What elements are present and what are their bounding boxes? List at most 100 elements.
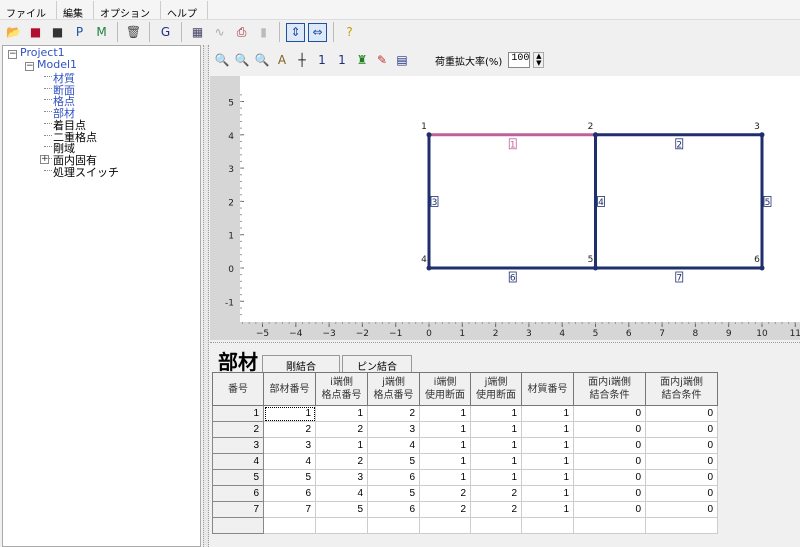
member-table[interactable]: 番号 部材番号 i端側 格点番号 j端側 格点番号 i端側 使用断面 j端側 使用断面 材質番号 面内… [212,372,718,534]
table-cell[interactable]: 1 [419,405,471,422]
table-cell[interactable]: 3 [263,437,316,454]
load-scale-spinner[interactable]: ▲ ▼ [533,52,545,68]
table-cell[interactable]: 2 [367,405,420,422]
row-header[interactable]: 1 [212,405,264,422]
table-cell[interactable]: 1 [521,469,574,486]
zoom-out-icon[interactable]: 🔍 [253,51,271,69]
table-cell[interactable]: 3 [367,421,420,438]
table-cell[interactable]: 1 [470,421,522,438]
table-cell[interactable]: 0 [645,405,718,422]
table-cell[interactable]: 1 [521,421,574,438]
column-header[interactable]: j端側 格点番号 [367,372,420,406]
label-icon[interactable]: A [273,51,291,69]
table-cell[interactable]: 2 [315,421,368,438]
project-tree[interactable]: − Project1 − Model1 材質 断面 格点 部材 着目点 二重格点 剛域 面内固… [2,45,201,547]
horizontal-fit-icon[interactable]: ⇔ [308,22,327,42]
trash-icon[interactable]: 🗑 [124,23,143,42]
table-cell[interactable]: 1 [521,405,574,422]
column-header[interactable]: i端側 格点番号 [315,372,368,406]
load-scale-input[interactable]: 100 [508,52,531,68]
table-cell[interactable]: 1 [419,469,471,486]
vertical-splitter[interactable] [203,45,209,547]
table-cell[interactable]: 6 [367,501,420,518]
table-cell[interactable]: 6 [367,469,420,486]
table-cell[interactable]: 2 [315,453,368,470]
table-cell[interactable]: 0 [645,453,718,470]
table-cell[interactable]: 1 [521,437,574,454]
table-cell[interactable]: 0 [645,437,718,454]
table-cell[interactable]: 0 [573,469,646,486]
expand-icon[interactable]: + [40,154,49,164]
row-header[interactable]: 3 [212,437,264,454]
table-cell[interactable]: 1 [419,437,471,454]
table-cell[interactable] [367,517,420,534]
table-cell[interactable]: 6 [263,485,316,502]
crosshair-icon[interactable]: ┼ [293,51,311,69]
print-p-icon[interactable]: P [70,23,89,42]
table-cell[interactable]: 0 [573,501,646,518]
table-cell[interactable]: 5 [367,453,420,470]
row-header[interactable]: 7 [212,501,264,518]
wave-icon[interactable]: ∿ [210,23,229,42]
vertical-fit-icon[interactable]: ⇕ [286,22,305,42]
row-header[interactable]: 6 [212,485,264,502]
table-cell[interactable]: 4 [315,485,368,502]
table-cell[interactable]: 1 [521,501,574,518]
table-cell[interactable]: 1 [521,485,574,502]
column-header[interactable]: j端側 使用断面 [470,372,522,406]
table-cell[interactable]: 1 [470,453,522,470]
open-folder-icon[interactable]: 📂 [4,23,23,42]
table-cell[interactable]: 0 [573,405,646,422]
table-cell[interactable]: 7 [263,501,316,518]
row-header[interactable]: 5 [212,469,264,486]
tab-pin[interactable]: ピン結合 [342,355,412,373]
table-cell[interactable]: 1 [470,405,522,422]
support-icon[interactable]: ♜ [353,51,371,69]
table-cell[interactable]: 5 [263,469,316,486]
table-cell[interactable]: 2 [263,421,316,438]
row-header[interactable]: 4 [212,453,264,470]
column-header[interactable]: i端側 使用断面 [419,372,471,406]
printer-icon[interactable]: ⎙ [232,23,251,42]
help-icon[interactable]: ? [340,23,359,42]
table-cell[interactable] [521,517,574,534]
menu-item-0[interactable]: ファイル [0,1,57,20]
table-cell[interactable]: 2 [419,501,471,518]
table-cell[interactable]: 1 [470,469,522,486]
menu-item-2[interactable]: オプション [94,1,161,20]
table-cell[interactable]: 0 [573,453,646,470]
table-cell[interactable] [263,517,316,534]
menu-item-1[interactable]: 編集 [57,1,94,20]
tree-item[interactable]: 処理スイッチ [53,164,119,180]
table-cell[interactable]: 0 [573,421,646,438]
save-icon[interactable]: ■ [48,23,67,42]
table-cell[interactable] [573,517,646,534]
table-cell[interactable]: 1 [419,453,471,470]
table-cell[interactable]: 1 [470,437,522,454]
table-cell[interactable]: 2 [470,485,522,502]
table-cell[interactable]: 1 [263,405,316,422]
menu-item-3[interactable]: ヘルプ [161,1,208,20]
table-cell[interactable]: 2 [470,501,522,518]
edit-icon[interactable]: ✎ [373,51,391,69]
table-cell[interactable]: 0 [645,485,718,502]
collapse-icon[interactable]: − [8,50,17,59]
window-icon[interactable]: ▤ [393,51,411,69]
column-header[interactable]: 面内j端側 結合条件 [645,372,718,406]
table-cell[interactable] [470,517,522,534]
table-cell[interactable]: 0 [645,469,718,486]
table-cell[interactable] [315,517,368,534]
calculator-icon[interactable]: ▦ [188,23,207,42]
table-cell[interactable]: 0 [645,421,718,438]
print-m-icon[interactable]: M [92,23,111,42]
table-cell[interactable]: 1 [315,405,368,422]
column-header[interactable]: 材質番号 [521,372,574,406]
table-cell[interactable]: 0 [573,485,646,502]
table-cell[interactable]: 0 [645,501,718,518]
table-cell[interactable]: 1 [521,453,574,470]
member-number-icon[interactable]: 1 [333,51,351,69]
table-cell[interactable]: 1 [419,421,471,438]
table-cell[interactable]: 1 [315,437,368,454]
table-cell[interactable]: 5 [315,501,368,518]
column-header[interactable]: 部材番号 [263,372,316,406]
